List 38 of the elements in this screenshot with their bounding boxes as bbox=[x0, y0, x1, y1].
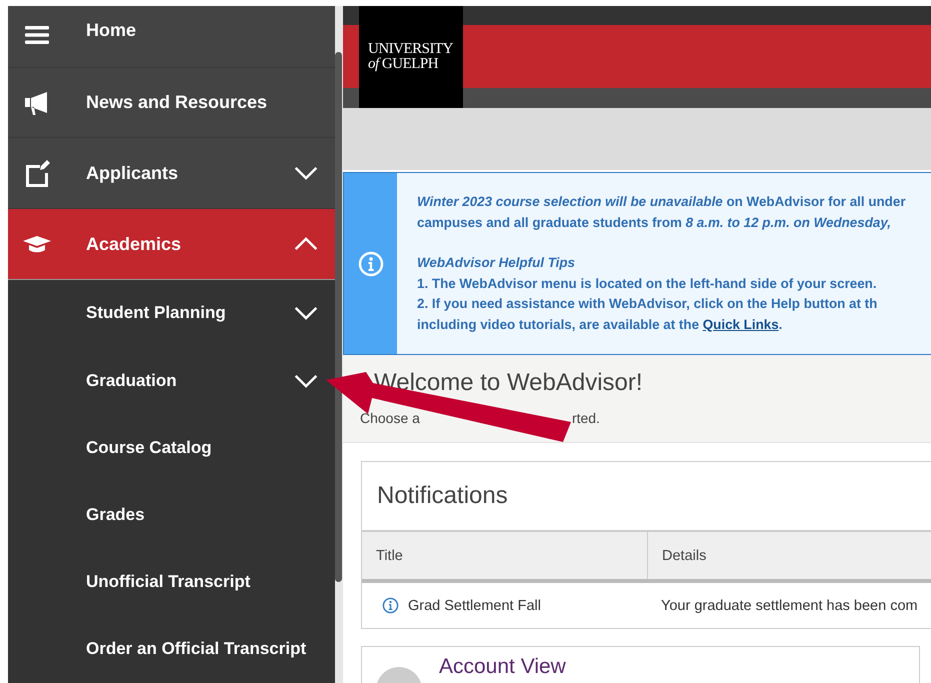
chevron-down-icon bbox=[293, 165, 319, 182]
nav-label: Home bbox=[86, 20, 138, 41]
column-header: Title bbox=[375, 546, 404, 566]
nav-label: Graduation bbox=[86, 370, 178, 391]
chevron-up-icon bbox=[293, 236, 319, 252]
chevron-down-icon bbox=[293, 305, 319, 322]
page-subtitle: rted. bbox=[572, 410, 600, 426]
table-cell[interactable]: Grad Settlement Fall bbox=[362, 583, 647, 628]
scrollbar[interactable] bbox=[335, 6, 343, 683]
quick-links-link[interactable]: Quick Links bbox=[702, 316, 779, 332]
nav-item[interactable]: Academics bbox=[8, 209, 335, 280]
banner-text: Winter 2023 course selection will be unavailable on WebAdvisor for all under bbox=[417, 193, 906, 211]
nav-label: Applicants bbox=[86, 162, 180, 184]
card-title[interactable]: Account View bbox=[439, 655, 566, 679]
nav-label: News and Resources bbox=[86, 92, 268, 114]
nav-label: Student Planning bbox=[86, 303, 227, 324]
nav-label: Grades bbox=[86, 505, 146, 525]
chevron-down-icon bbox=[293, 372, 319, 389]
info-icon bbox=[358, 250, 384, 276]
column-header: Details bbox=[647, 532, 931, 579]
banner-text: 1. The WebAdvisor menu is located on the left-hand side of your screen. bbox=[417, 274, 878, 293]
nav-item[interactable]: News and Resources bbox=[8, 68, 335, 138]
scrollbar-thumb[interactable] bbox=[335, 52, 342, 582]
notification-title[interactable]: Grad Settlement Fall bbox=[408, 598, 541, 614]
table-cell-text: Your graduate settlement has been com bbox=[660, 596, 919, 616]
banner-text: campuses and all graduate students from 8 a.m. to 12 p.m. on Wednesday, bbox=[417, 214, 892, 232]
university-logo[interactable]: UNIVERSITY of GUELPH bbox=[359, 6, 463, 108]
info-icon bbox=[382, 597, 399, 614]
nav-label: Academics bbox=[86, 234, 182, 254]
nav-item[interactable]: Home bbox=[8, 6, 335, 68]
banner-text: WebAdvisor Helpful Tips bbox=[417, 254, 576, 272]
nav-label: Order an Official Transcript bbox=[86, 639, 308, 660]
banner-text: 2. If you need assistance with WebAdvisor, click on the Help button at th bbox=[417, 295, 878, 313]
nav-label: Course Catalog bbox=[86, 438, 213, 458]
nav-label: Unofficial Transcript bbox=[86, 572, 252, 592]
banner-text: including video tutorials, are available at the Quick Links. bbox=[417, 316, 784, 334]
nav-item[interactable]: Applicants bbox=[8, 138, 335, 210]
page-subtitle: Choose a bbox=[360, 410, 420, 426]
